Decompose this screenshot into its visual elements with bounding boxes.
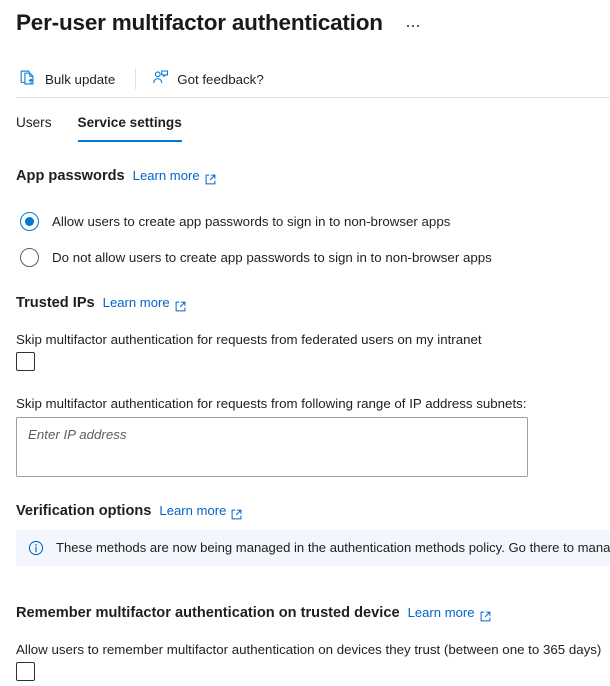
radio-disallow-app-passwords-label: Do not allow users to create app passwor… [52, 249, 492, 265]
ellipsis-dot [406, 24, 410, 28]
radio-allow-app-passwords-label: Allow users to create app passwords to s… [52, 213, 451, 229]
bulk-update-label: Bulk update [45, 71, 116, 87]
federated-users-label: Skip multifactor authentication for requ… [16, 332, 482, 347]
remember-mfa-allow-label: Allow users to remember multifactor auth… [16, 642, 602, 657]
page-header: Per-user multifactor authentication [16, 6, 425, 40]
radio-disallow-app-passwords[interactable]: Do not allow users to create app passwor… [20, 248, 492, 267]
learn-more-label: Learn more [102, 295, 170, 310]
external-link-icon [480, 609, 491, 621]
learn-more-label: Learn more [132, 168, 200, 183]
command-bar-divider [16, 97, 610, 98]
trusted-ips-learn-more-link[interactable]: Learn more [103, 294, 186, 312]
more-options-icon[interactable] [401, 12, 425, 34]
tab-service-settings[interactable]: Service settings [77, 111, 183, 142]
ellipsis-dot [416, 24, 420, 28]
remember-mfa-section-header: Remember multifactor authentication on t… [16, 603, 491, 623]
tab-bar: Users Service settings [16, 111, 208, 143]
got-feedback-button[interactable]: Got feedback? [148, 64, 272, 94]
learn-more-label: Learn more [407, 605, 475, 620]
trusted-ips-heading: Trusted IPs [16, 295, 95, 311]
tab-users[interactable]: Users [16, 111, 52, 142]
ip-address-input[interactable] [16, 417, 528, 477]
remember-mfa-checkbox[interactable] [16, 662, 35, 681]
ip-subnets-label: Skip multifactor authentication for requ… [16, 396, 527, 411]
got-feedback-label: Got feedback? [177, 71, 264, 87]
verification-options-section-header: Verification options Learn more [16, 501, 242, 521]
bulk-update-button[interactable]: Bulk update [16, 64, 123, 94]
command-bar-separator [135, 69, 137, 89]
info-circle-icon [28, 540, 44, 556]
radio-allow-app-passwords[interactable]: Allow users to create app passwords to s… [20, 212, 450, 231]
bulk-update-icon [20, 69, 37, 89]
info-banner-text: These methods are now being managed in t… [56, 540, 610, 555]
verification-methods-info-banner: These methods are now being managed in t… [16, 530, 610, 566]
external-link-icon [205, 172, 216, 184]
mfa-service-settings-page: Per-user multifactor authentication Bulk… [0, 0, 610, 686]
learn-more-label: Learn more [159, 503, 227, 518]
federated-users-checkbox[interactable] [16, 352, 35, 371]
external-link-icon [231, 507, 242, 519]
app-passwords-section-header: App passwords Learn more [16, 166, 216, 186]
ellipsis-dot [411, 24, 415, 28]
radio-indicator[interactable] [20, 248, 39, 267]
verification-options-heading: Verification options [16, 503, 152, 519]
app-passwords-learn-more-link[interactable]: Learn more [133, 167, 216, 185]
trusted-ips-section-header: Trusted IPs Learn more [16, 293, 186, 313]
remember-mfa-heading: Remember multifactor authentication on t… [16, 605, 400, 621]
verification-options-learn-more-link[interactable]: Learn more [159, 502, 242, 520]
external-link-icon [175, 299, 186, 311]
page-title: Per-user multifactor authentication [16, 10, 383, 35]
feedback-person-icon [152, 69, 169, 89]
app-passwords-heading: App passwords [16, 168, 125, 184]
remember-mfa-learn-more-link[interactable]: Learn more [408, 604, 491, 622]
radio-indicator[interactable] [20, 212, 39, 231]
command-bar: Bulk update Got feedback? [16, 64, 272, 94]
